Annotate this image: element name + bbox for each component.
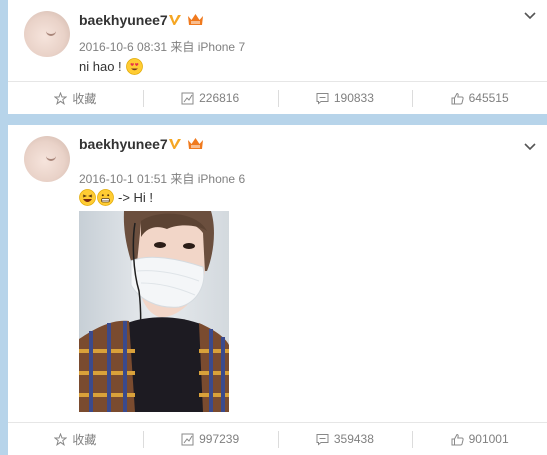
favorite-button[interactable]: 收藏 [8, 82, 143, 114]
post-photo[interactable] [79, 211, 229, 412]
chevron-down-icon[interactable] [523, 11, 537, 21]
comment-icon [316, 92, 329, 105]
weibo-post: baekhyunee7 2016-10-1 01:51 来自 iPhone 6 … [8, 125, 547, 455]
post-meta: 2016-10-6 08:31 来自 iPhone 7 [79, 40, 246, 54]
heart-eyes-emoji-icon [125, 58, 143, 75]
post-text-content: ni hao ! [79, 59, 122, 74]
repost-icon [181, 433, 194, 445]
like-button[interactable]: 645515 [412, 82, 547, 114]
star-icon [54, 432, 68, 446]
repost-button[interactable]: 226816 [142, 82, 278, 114]
grimace-emoji-icon [97, 189, 114, 206]
post-actions: 收藏 226816 190833 645515 [8, 81, 547, 114]
username[interactable]: baekhyunee7 [79, 12, 168, 28]
chevron-down-icon[interactable] [523, 142, 537, 152]
repost-icon [181, 92, 194, 104]
favorite-button[interactable]: 收藏 [8, 423, 143, 455]
like-count: 901001 [468, 432, 509, 446]
comment-button[interactable]: 359438 [277, 423, 413, 455]
repost-count: 226816 [199, 91, 240, 105]
favorite-label: 收藏 [72, 432, 97, 447]
crown-icon [188, 14, 203, 25]
username[interactable]: baekhyunee7 [79, 136, 168, 152]
favorite-label: 收藏 [72, 91, 97, 106]
comment-icon [316, 433, 329, 446]
post-meta: 2016-10-1 01:51 来自 iPhone 6 [79, 172, 246, 186]
like-button[interactable]: 901001 [412, 423, 547, 455]
verified-v-icon [169, 15, 181, 25]
post-text-content: -> Hi ! [118, 190, 154, 205]
thumbs-up-icon [451, 92, 464, 104]
post-actions: 收藏 997239 359438 901001 [8, 422, 547, 455]
comment-count: 190833 [333, 91, 374, 105]
verified-v-icon [169, 139, 181, 149]
selfie-photo [79, 211, 229, 412]
weibo-post: baekhyunee7 2016-10-6 08:31 来自 iPhone 7 … [8, 0, 547, 114]
repost-count: 997239 [199, 432, 240, 446]
laughing-emoji-icon [79, 189, 96, 206]
avatar[interactable] [24, 11, 70, 57]
comment-button[interactable]: 190833 [277, 82, 413, 114]
comment-count: 359438 [333, 432, 374, 446]
star-icon [54, 91, 68, 105]
avatar[interactable] [24, 136, 70, 182]
thumbs-up-icon [451, 433, 464, 445]
like-count: 645515 [468, 91, 509, 105]
post-text: ni hao ! [79, 58, 143, 75]
crown-icon [188, 138, 203, 149]
post-text: -> Hi ! [79, 189, 153, 206]
repost-button[interactable]: 997239 [142, 423, 278, 455]
